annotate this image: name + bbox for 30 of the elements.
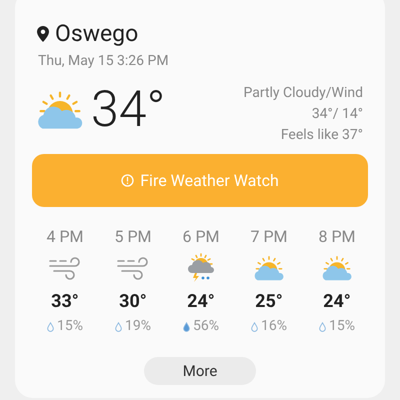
hour-temperature: 25° (255, 291, 283, 313)
precipitation-chance: 15% (329, 317, 355, 336)
hour-temperature: 33° (51, 291, 79, 313)
wind-icon (48, 254, 82, 282)
precipitation-chance: 16% (261, 317, 287, 336)
weather-condition: Partly Cloudy/Wind (243, 84, 363, 103)
info-icon (121, 174, 134, 187)
location-name[interactable]: Oswego (55, 20, 138, 48)
current-temperature: 34° (91, 82, 166, 138)
wind-icon (116, 254, 150, 282)
date-time: Thu, May 15 3:26 PM (38, 52, 170, 71)
location-pin-icon (37, 26, 49, 42)
hour-label: 5 PM (114, 227, 152, 247)
partly-cloudy-icon (322, 255, 352, 281)
hour-temperature: 30° (119, 291, 147, 313)
partly-cloudy-icon (254, 255, 284, 281)
feels-like-temperature: Feels like 37° (280, 126, 363, 145)
partly-cloudy-icon (37, 90, 83, 130)
precipitation-chance: 15% (57, 317, 83, 336)
more-button[interactable]: More (144, 357, 256, 385)
hour-label: 8 PM (318, 227, 356, 247)
hour-temperature: 24° (187, 291, 215, 313)
hour-temperature: 24° (323, 291, 351, 313)
thunderstorm-icon (187, 253, 215, 283)
hour-label: 7 PM (250, 227, 288, 247)
hour-label: 4 PM (46, 227, 84, 247)
high-low-temperature: 34°/ 14° (312, 105, 363, 124)
precipitation-chance: 19% (125, 317, 151, 336)
hour-label: 6 PM (182, 227, 220, 247)
precipitation-chance: 56% (193, 317, 219, 336)
